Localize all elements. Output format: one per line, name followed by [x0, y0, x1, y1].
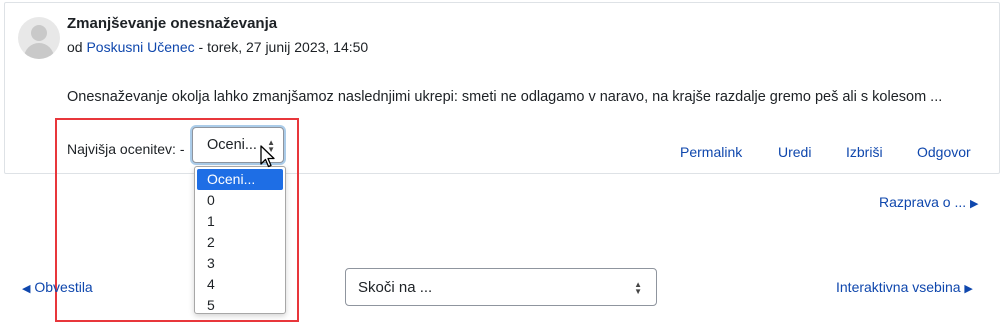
rating-option[interactable]: 4 [195, 274, 285, 295]
select-arrows-icon: ▲ ▼ [634, 280, 642, 296]
triangle-right-icon: ▶ [964, 283, 973, 295]
permalink-link[interactable]: Permalink [680, 144, 742, 160]
jump-to-select-value: Skoči na ... [358, 279, 433, 296]
discussion-link[interactable]: Razprava o ... ▶ [879, 194, 979, 210]
author-link[interactable]: Poskusni Učenec [86, 39, 194, 55]
edit-link[interactable]: Uredi [778, 144, 811, 160]
rating-select-value: Oceni... [207, 137, 257, 153]
rating-dropdown-list[interactable]: Oceni... 0 1 2 3 4 5 [194, 166, 286, 314]
rating-option[interactable]: Oceni... [197, 169, 283, 190]
discussion-link-label: Razprava o ... [879, 194, 967, 210]
avatar-shoulders-shape [24, 43, 54, 59]
triangle-right-icon: ▶ [970, 198, 979, 210]
post-subject: Zmanjševanje onesnaževanja [67, 15, 278, 32]
rating-option[interactable]: 3 [195, 253, 285, 274]
post-date: - torek, 27 junij 2023, 14:50 [194, 39, 369, 55]
rating-option[interactable]: 2 [195, 232, 285, 253]
reply-link[interactable]: Odgovor [917, 144, 971, 160]
rating-label: Najvišja ocenitev: - [67, 141, 185, 157]
delete-link[interactable]: Izbriši [846, 144, 883, 160]
mouse-cursor-icon [260, 145, 275, 168]
jump-to-select[interactable]: Skoči na ... ▲ ▼ [345, 268, 657, 306]
by-prefix: od [67, 39, 83, 55]
prev-activity-label: Obvestila [34, 279, 93, 295]
rating-option[interactable]: 5 [195, 295, 285, 316]
avatar[interactable] [18, 17, 60, 59]
triangle-left-icon: ◀ [22, 283, 31, 295]
next-activity-label: Interaktivna vsebina [836, 279, 961, 295]
post-message: Onesnaževanje okolja lahko zmanjšamoz na… [67, 89, 943, 105]
prev-activity-link[interactable]: ◀ Obvestila [22, 279, 93, 295]
avatar-head-shape [31, 25, 47, 41]
rating-option[interactable]: 0 [195, 190, 285, 211]
forum-post: Zmanjševanje onesnaževanja od Poskusni U… [4, 2, 1000, 174]
post-byline: od Poskusni Učenec - torek, 27 junij 202… [67, 39, 368, 55]
rating-option[interactable]: 1 [195, 211, 285, 232]
next-activity-link[interactable]: Interaktivna vsebina ▶ [836, 279, 973, 295]
